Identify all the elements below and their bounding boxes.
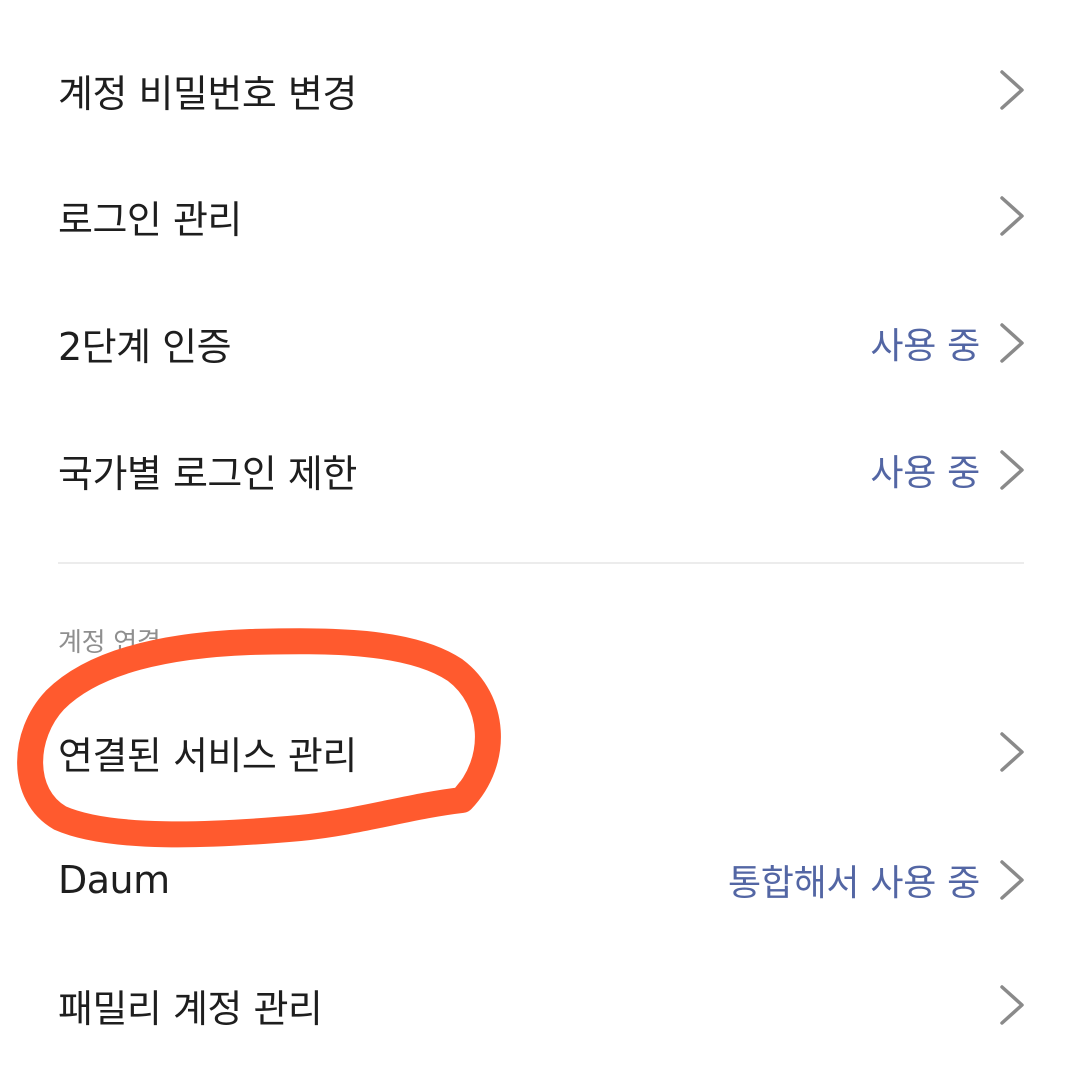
menu-row-label: 2단계 인증 — [58, 324, 232, 369]
section-title-account-link: 계정 연결 — [58, 628, 161, 658]
menu-row-label: 국가별 로그인 제한 — [58, 451, 357, 496]
menu-row-label: Daum — [58, 858, 170, 902]
status-text: 통합해서 사용 중 — [727, 863, 980, 904]
menu-row-change-password[interactable]: 계정 비밀번호 변경 — [58, 40, 1026, 140]
menu-row-two-step-verification[interactable]: 2단계 인증 사용 중 — [58, 293, 1026, 393]
menu-row-label: 로그인 관리 — [58, 197, 242, 242]
menu-row-label: 계정 비밀번호 변경 — [58, 71, 357, 116]
chevron-right-icon — [1000, 732, 1024, 772]
chevron-right-icon — [1000, 985, 1024, 1025]
menu-row-label: 연결된 서비스 관리 — [58, 733, 357, 778]
chevron-right-icon — [1000, 323, 1024, 363]
chevron-right-icon — [1000, 860, 1024, 900]
menu-row-country-login-restriction[interactable]: 국가별 로그인 제한 사용 중 — [58, 420, 1026, 520]
menu-row-connected-services[interactable]: 연결된 서비스 관리 — [58, 702, 1026, 802]
account-settings-screen: 계정 비밀번호 변경 로그인 관리 2단계 인증 사용 중 국가별 로그인 제한… — [0, 0, 1080, 1080]
chevron-right-icon — [1000, 70, 1024, 110]
menu-row-login-management[interactable]: 로그인 관리 — [58, 166, 1026, 266]
status-text: 사용 중 — [870, 326, 980, 367]
chevron-right-icon — [1000, 450, 1024, 490]
status-text: 사용 중 — [870, 453, 980, 494]
section-divider — [58, 562, 1024, 564]
chevron-right-icon — [1000, 196, 1024, 236]
menu-row-family-account[interactable]: 패밀리 계정 관리 — [58, 955, 1026, 1055]
menu-row-label: 패밀리 계정 관리 — [58, 986, 323, 1031]
menu-row-daum[interactable]: Daum 통합해서 사용 중 — [58, 830, 1026, 930]
